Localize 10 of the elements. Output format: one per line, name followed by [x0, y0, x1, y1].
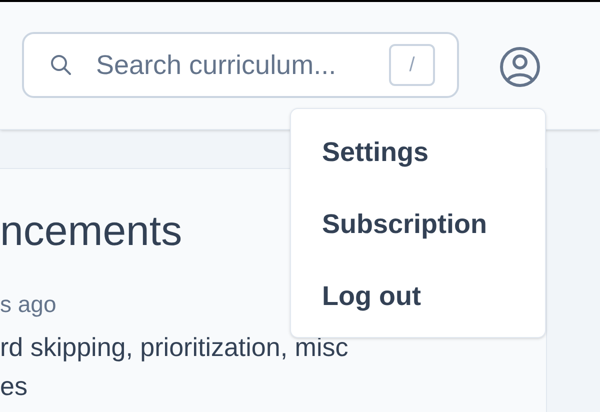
- announcement-text: rd skipping, prioritization, misc es: [0, 331, 348, 403]
- search-input[interactable]: Search curriculum...: [96, 44, 366, 86]
- menu-item[interactable]: Subscription: [322, 201, 488, 247]
- timestamp: s ago: [0, 290, 56, 319]
- search-icon: [50, 54, 72, 76]
- menu-item[interactable]: Settings: [322, 129, 429, 175]
- shortcut-key: /: [389, 44, 435, 86]
- user-icon[interactable]: [499, 46, 541, 88]
- card-title: ncements: [0, 206, 182, 256]
- menu-item[interactable]: Log out: [322, 273, 421, 319]
